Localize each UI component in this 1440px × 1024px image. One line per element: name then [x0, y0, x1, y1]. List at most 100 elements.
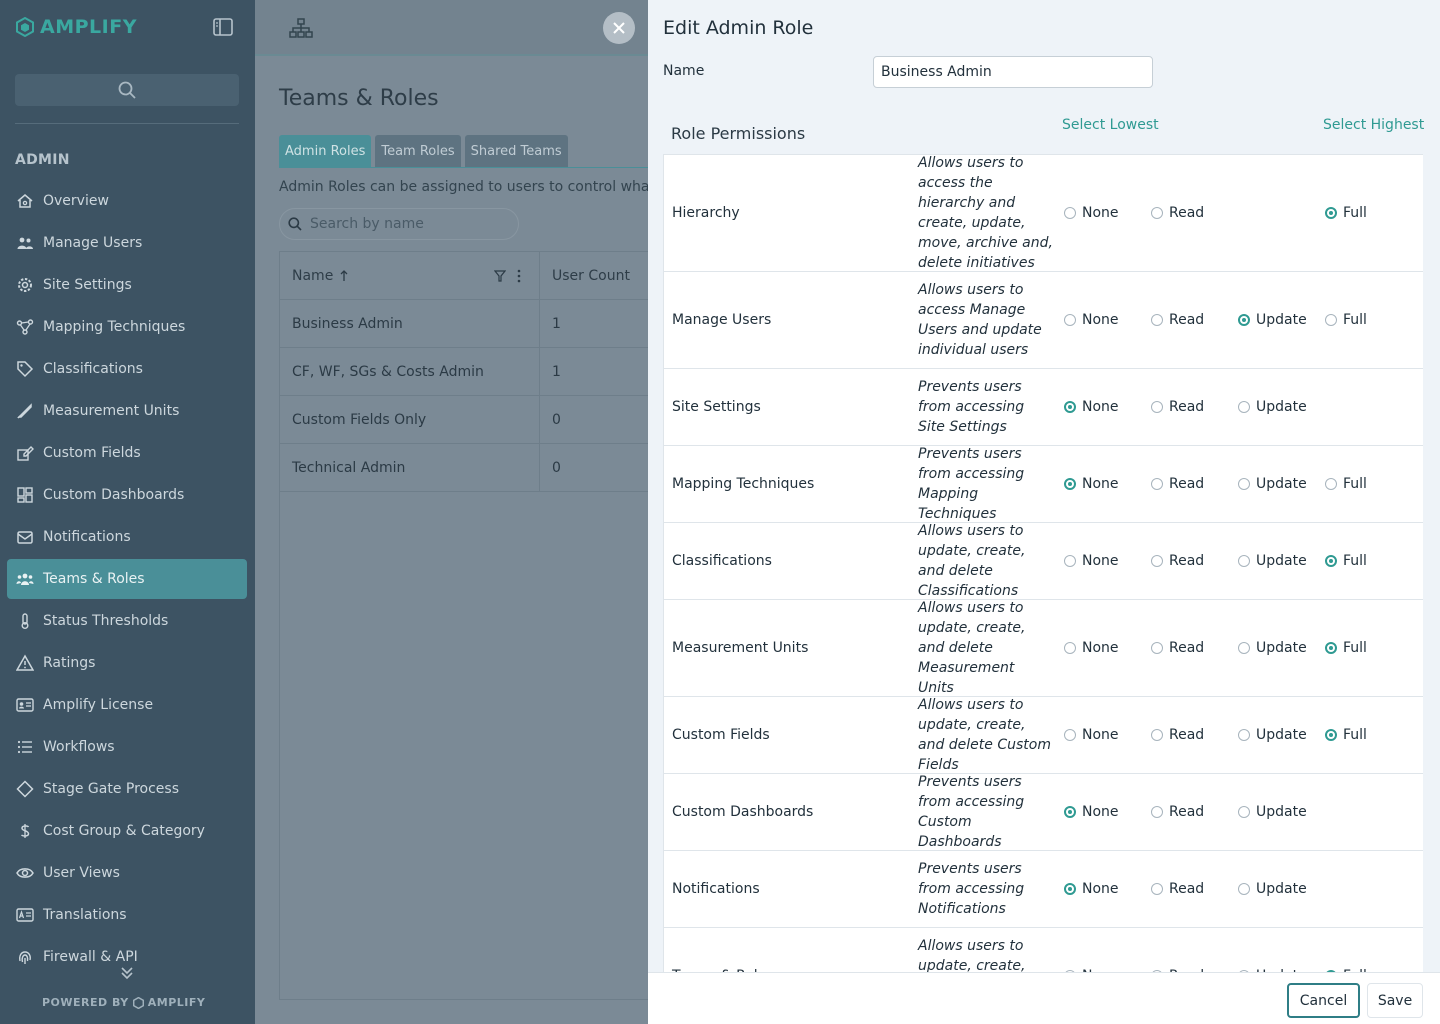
table-row[interactable]: Custom Fields Only 0 [280, 396, 648, 444]
role-name-input[interactable] [873, 56, 1153, 88]
sidebar-item-classifications[interactable]: Classifications [7, 349, 247, 389]
radio-unchecked[interactable] [1064, 642, 1076, 654]
classifications-option-read[interactable]: Read [1151, 553, 1204, 569]
hierarchy-icon[interactable] [289, 18, 313, 38]
hierarchy-option-read[interactable]: Read [1151, 205, 1204, 221]
radio-unchecked[interactable] [1064, 729, 1076, 741]
tab-shared-teams[interactable]: Shared Teams [464, 135, 568, 167]
select-highest-link[interactable]: Select Highest [1323, 117, 1424, 133]
roles-search-input[interactable]: Search by name [279, 208, 519, 240]
chevrons-down-icon[interactable] [119, 965, 135, 981]
sidebar-item-amplify-license[interactable]: Amplify License [7, 685, 247, 725]
classifications-option-update[interactable]: Update [1238, 553, 1307, 569]
radio-unchecked[interactable] [1151, 555, 1163, 567]
radio-unchecked[interactable] [1238, 401, 1250, 413]
radio-unchecked[interactable] [1238, 883, 1250, 895]
custom-dashboards-option-none[interactable]: None [1064, 804, 1119, 820]
manage-users-option-update[interactable]: Update [1238, 312, 1307, 328]
sidebar-item-status-thresholds[interactable]: Status Thresholds [7, 601, 247, 641]
site-settings-option-read[interactable]: Read [1151, 399, 1204, 415]
select-lowest-link[interactable]: Select Lowest [1062, 117, 1159, 133]
collapse-sidebar-icon[interactable] [213, 18, 233, 36]
custom-fields-option-update[interactable]: Update [1238, 727, 1307, 743]
measurement-units-option-none[interactable]: None [1064, 640, 1119, 656]
sidebar-item-manage-users[interactable]: Manage Users [7, 223, 247, 263]
tab-admin-roles[interactable]: Admin Roles [279, 135, 372, 167]
sidebar-item-measurement-units[interactable]: Measurement Units [7, 391, 247, 431]
radio-unchecked[interactable] [1238, 729, 1250, 741]
site-settings-option-none[interactable]: None [1064, 399, 1119, 415]
table-row[interactable]: CF, WF, SGs & Costs Admin 1 [280, 348, 648, 396]
notifications-option-read[interactable]: Read [1151, 881, 1204, 897]
custom-fields-option-none[interactable]: None [1064, 727, 1119, 743]
sidebar-item-cost-group-and-category[interactable]: Cost Group & Category [7, 811, 247, 851]
radio-unchecked[interactable] [1151, 401, 1163, 413]
radio-unchecked[interactable] [1238, 555, 1250, 567]
radio-unchecked[interactable] [1238, 642, 1250, 654]
custom-fields-option-read[interactable]: Read [1151, 727, 1204, 743]
column-header-name[interactable]: Name [280, 252, 540, 299]
mapping-techniques-option-none[interactable]: None [1064, 476, 1119, 492]
amplify-logo[interactable]: AMPLIFY [16, 16, 137, 38]
sidebar-item-custom-fields[interactable]: Custom Fields [7, 433, 247, 473]
radio-unchecked[interactable] [1064, 314, 1076, 326]
manage-users-option-read[interactable]: Read [1151, 312, 1204, 328]
sidebar-item-notifications[interactable]: Notifications [7, 517, 247, 557]
radio-checked[interactable] [1064, 401, 1076, 413]
radio-unchecked[interactable] [1151, 883, 1163, 895]
manage-users-option-full[interactable]: Full [1325, 312, 1367, 328]
radio-unchecked[interactable] [1151, 806, 1163, 818]
radio-checked[interactable] [1064, 478, 1076, 490]
radio-unchecked[interactable] [1325, 478, 1337, 490]
radio-unchecked[interactable] [1151, 642, 1163, 654]
radio-checked[interactable] [1238, 314, 1250, 326]
radio-unchecked[interactable] [1151, 207, 1163, 219]
radio-checked[interactable] [1325, 207, 1337, 219]
column-menu-icon[interactable] [517, 269, 521, 283]
measurement-units-option-read[interactable]: Read [1151, 640, 1204, 656]
filter-icon[interactable] [494, 270, 506, 282]
manage-users-option-none[interactable]: None [1064, 312, 1119, 328]
sidebar-item-user-views[interactable]: User Views [7, 853, 247, 893]
custom-fields-option-full[interactable]: Full [1325, 727, 1367, 743]
sidebar-item-ratings[interactable]: Ratings [7, 643, 247, 683]
column-header-user-count[interactable]: User Count [540, 252, 648, 299]
sidebar-item-stage-gate-process[interactable]: Stage Gate Process [7, 769, 247, 809]
table-row[interactable]: Business Admin 1 [280, 300, 648, 348]
sidebar-item-overview[interactable]: Overview [7, 181, 247, 221]
notifications-option-none[interactable]: None [1064, 881, 1119, 897]
radio-unchecked[interactable] [1151, 314, 1163, 326]
hierarchy-option-full[interactable]: Full [1325, 205, 1367, 221]
radio-checked[interactable] [1325, 555, 1337, 567]
sidebar-item-custom-dashboards[interactable]: Custom Dashboards [7, 475, 247, 515]
mapping-techniques-option-full[interactable]: Full [1325, 476, 1367, 492]
custom-dashboards-option-update[interactable]: Update [1238, 804, 1307, 820]
radio-checked[interactable] [1325, 642, 1337, 654]
sidebar-item-workflows[interactable]: Workflows [7, 727, 247, 767]
sidebar-item-translations[interactable]: Translations [7, 895, 247, 935]
radio-unchecked[interactable] [1238, 478, 1250, 490]
radio-checked[interactable] [1064, 883, 1076, 895]
classifications-option-full[interactable]: Full [1325, 553, 1367, 569]
radio-unchecked[interactable] [1325, 314, 1337, 326]
classifications-option-none[interactable]: None [1064, 553, 1119, 569]
sidebar-item-mapping-techniques[interactable]: Mapping Techniques [7, 307, 247, 347]
radio-unchecked[interactable] [1151, 729, 1163, 741]
sidebar-item-teams-and-roles[interactable]: Teams & Roles [7, 559, 247, 599]
sidebar-search[interactable] [15, 74, 239, 106]
notifications-option-update[interactable]: Update [1238, 881, 1307, 897]
site-settings-option-update[interactable]: Update [1238, 399, 1307, 415]
radio-checked[interactable] [1064, 806, 1076, 818]
tab-team-roles[interactable]: Team Roles [375, 135, 461, 167]
close-drawer-button[interactable] [603, 12, 635, 44]
mapping-techniques-option-read[interactable]: Read [1151, 476, 1204, 492]
measurement-units-option-full[interactable]: Full [1325, 640, 1367, 656]
hierarchy-option-none[interactable]: None [1064, 205, 1119, 221]
radio-unchecked[interactable] [1151, 478, 1163, 490]
cancel-button[interactable]: Cancel [1287, 983, 1360, 1018]
radio-unchecked[interactable] [1064, 555, 1076, 567]
save-button[interactable]: Save [1367, 983, 1423, 1018]
mapping-techniques-option-update[interactable]: Update [1238, 476, 1307, 492]
radio-unchecked[interactable] [1238, 806, 1250, 818]
radio-unchecked[interactable] [1064, 207, 1076, 219]
